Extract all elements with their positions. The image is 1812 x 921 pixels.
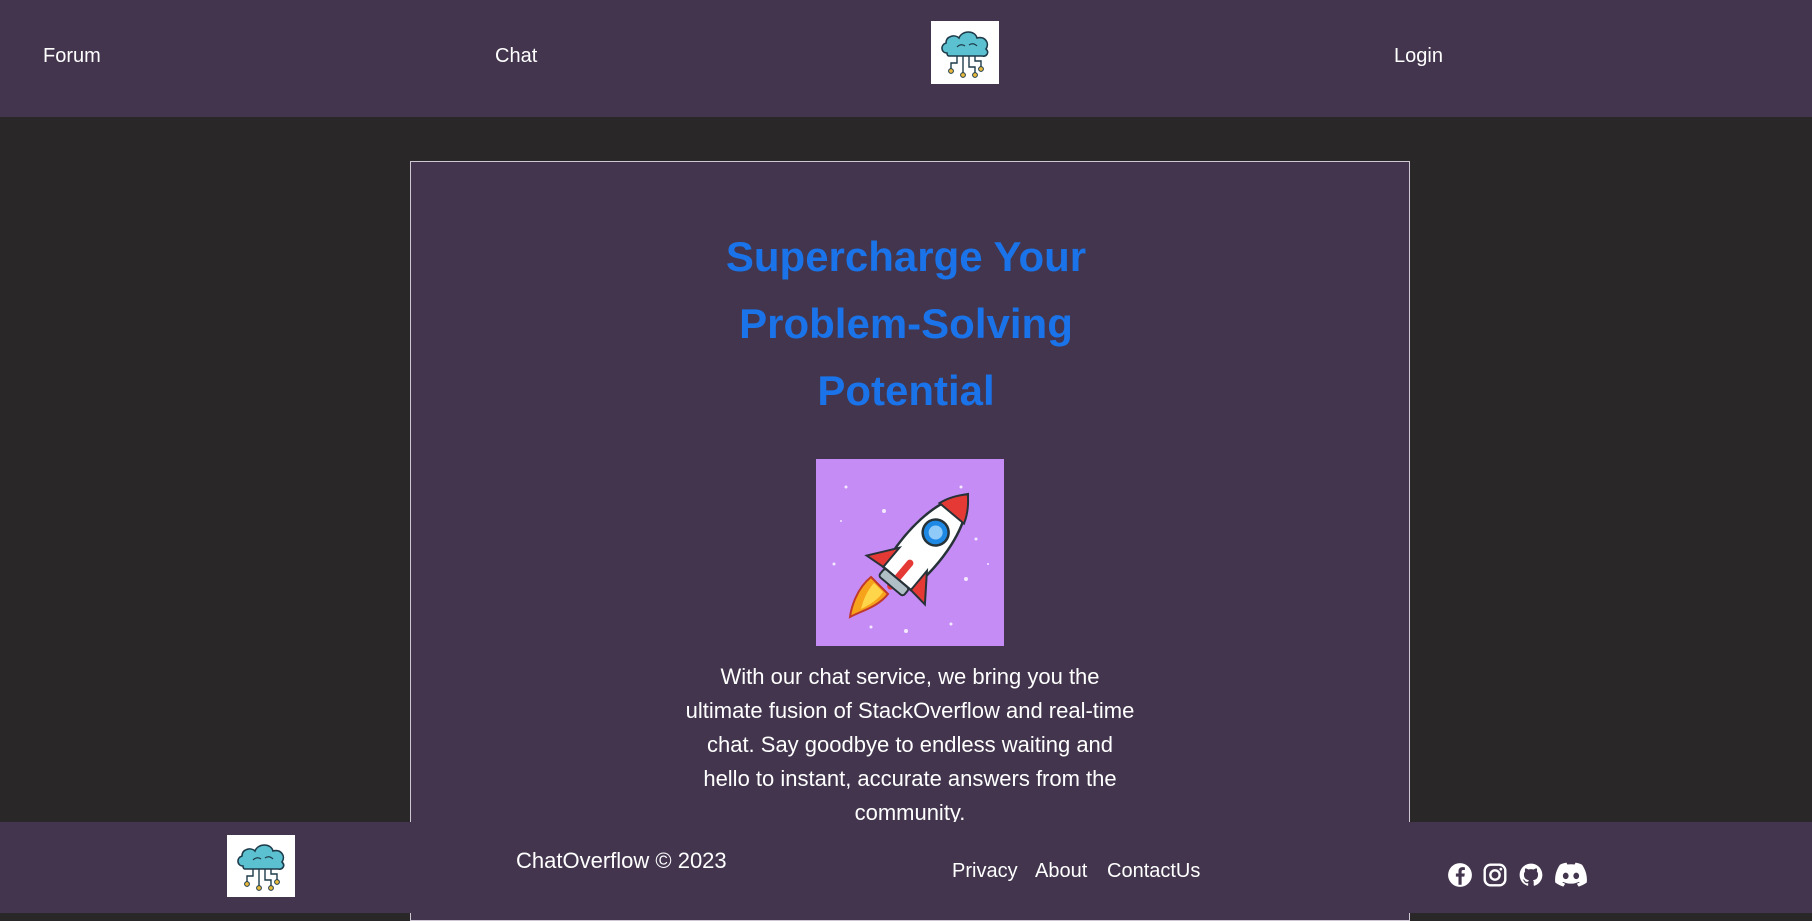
cloud-circuit-logo-icon [941,30,989,78]
nav-chat-link[interactable]: Chat [495,44,537,68]
headline-line-3: Potential [817,367,995,414]
discord-icon[interactable] [1555,862,1587,888]
hero-description: With our chat service, we bring you the … [685,664,1135,825]
site-logo[interactable] [931,21,999,84]
hero-headline: Supercharge Your Problem-Solving Potenti… [0,223,1812,424]
footer: ChatOverflow © 2023 Privacy About Contac… [0,822,1812,913]
footer-logo[interactable] [227,835,295,897]
headline-line-1: Supercharge Your [725,233,1087,280]
headline-line-2: Problem-Solving [739,300,1073,347]
top-navbar: Forum Chat Login [0,0,1812,117]
footer-privacy-link[interactable]: Privacy [952,859,1018,883]
facebook-icon[interactable] [1447,862,1473,888]
rocket-icon [832,485,989,633]
rocket-illustration [816,459,1004,646]
nav-login-link[interactable]: Login [1394,44,1443,68]
instagram-icon[interactable] [1482,862,1508,888]
github-icon[interactable] [1518,862,1544,888]
cloud-circuit-logo-icon [237,844,285,891]
footer-copyright: ChatOverflow © 2023 [516,848,727,873]
nav-forum-link[interactable]: Forum [43,44,101,68]
footer-contact-link[interactable]: ContactUs [1107,859,1200,883]
footer-about-link[interactable]: About [1035,859,1087,883]
